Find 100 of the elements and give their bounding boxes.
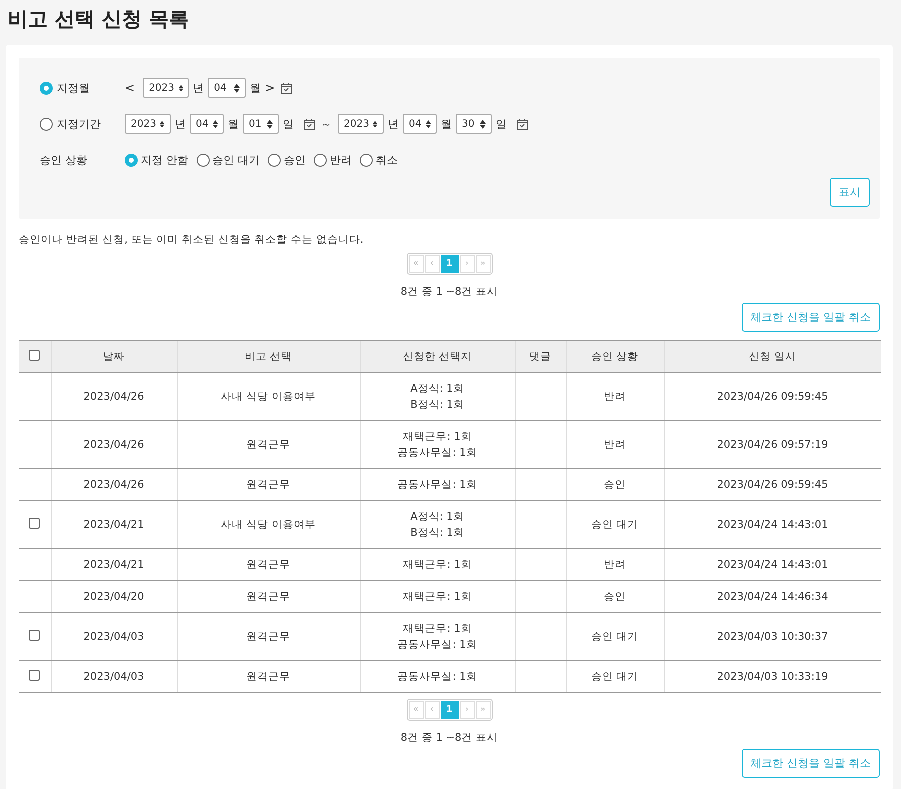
row-checkbox[interactable]: [29, 630, 40, 640]
choice-text: B정식: 1회: [410, 398, 466, 412]
radio-label: 지정월: [57, 80, 90, 96]
radio-label: 승인: [284, 152, 306, 168]
option-cell: 원격근무: [177, 580, 360, 612]
unit-label: 월: [228, 116, 239, 132]
calendar-icon[interactable]: [304, 118, 315, 130]
column-header: 승인 상황: [566, 340, 664, 372]
status-cell: 승인 대기: [566, 612, 664, 660]
row-checkbox[interactable]: [29, 518, 40, 528]
calendar-icon[interactable]: [517, 118, 528, 130]
column-header: 신청한 선택지: [360, 340, 515, 372]
choice-text: A정식: 1회: [410, 510, 466, 524]
radio-button[interactable]: [196, 154, 210, 166]
datetime-cell: 2023/04/24 14:43:01: [664, 548, 881, 580]
sort-arrows-icon: [373, 120, 378, 128]
unit-label: 일: [283, 116, 294, 132]
year-select[interactable]: 2023: [338, 114, 384, 134]
bulk-cancel-button[interactable]: 체크한 신청을 일괄 취소: [742, 749, 880, 778]
sort-arrows-icon: [160, 120, 165, 128]
radio-button[interactable]: [40, 82, 53, 94]
date-cell: 2023/04/03: [51, 660, 177, 692]
column-header: 신청 일시: [664, 340, 881, 372]
column-header: 댓글: [515, 340, 566, 372]
previous-page-button[interactable]: ‹: [424, 701, 440, 719]
status-cell: 반려: [566, 420, 664, 468]
last-page-button[interactable]: »: [476, 255, 490, 273]
radio-label: 지정기간: [57, 116, 101, 132]
unit-label: 월: [250, 80, 262, 96]
row-checkbox[interactable]: [29, 670, 40, 680]
column-header: 비고 선택: [177, 340, 360, 372]
sort-arrows-icon: [234, 84, 240, 92]
status-cell: 반려: [566, 372, 664, 420]
choice-text: 공동사무실: 1회: [396, 478, 478, 492]
datetime-cell: 2023/04/26 09:59:45: [664, 468, 881, 500]
option-cell: 원격근무: [177, 468, 360, 500]
radio-label: 지정 안함: [141, 152, 188, 168]
range-separator: ～: [321, 116, 332, 132]
day-select[interactable]: 30: [456, 114, 492, 134]
sort-arrows-icon: [426, 120, 431, 128]
radio-button[interactable]: [268, 154, 281, 166]
year-select[interactable]: 2023: [125, 114, 171, 134]
choice-text: 재택근무: 1회: [402, 558, 473, 572]
column-header: 날짜: [51, 340, 177, 372]
day-select[interactable]: 01: [243, 114, 279, 134]
last-page-button[interactable]: »: [476, 701, 490, 719]
bulk-cancel-button[interactable]: 체크한 신청을 일괄 취소: [742, 303, 880, 332]
option-cell: 원격근무: [177, 548, 360, 580]
sort-arrows-icon: [178, 84, 184, 92]
radio-button[interactable]: [125, 154, 138, 166]
date-cell: 2023/04/21: [51, 500, 177, 548]
month-select[interactable]: 04: [208, 78, 246, 98]
select-all-checkbox[interactable]: [29, 350, 40, 360]
result-count: 8건 중 1 ~8건 표시: [400, 731, 498, 745]
calendar-icon[interactable]: [281, 82, 292, 94]
radio-button[interactable]: [360, 154, 373, 166]
year-select[interactable]: 2023: [143, 78, 190, 98]
next-page-button[interactable]: ›: [460, 255, 474, 273]
first-page-button[interactable]: «: [408, 701, 424, 719]
month-select[interactable]: 04: [403, 114, 437, 134]
next-page-button[interactable]: ›: [460, 701, 474, 719]
choice-text: A정식: 1회: [410, 382, 466, 396]
choice-text: 재택근무: 1회: [402, 430, 473, 444]
month-select[interactable]: 04: [190, 114, 224, 134]
choice-text: 공동사무실: 1회: [396, 446, 478, 460]
show-button[interactable]: 표시: [830, 178, 870, 207]
radio-label: 취소: [376, 152, 398, 168]
field-label: 승인 상황: [40, 152, 88, 168]
previous-month-link[interactable]: <: [125, 81, 136, 95]
sort-arrows-icon: [267, 120, 273, 128]
datetime-cell: 2023/04/03 10:30:37: [664, 612, 881, 660]
result-count: 8건 중 1 ~8건 표시: [400, 285, 498, 299]
unit-label: 년: [175, 116, 186, 132]
radio-button[interactable]: [40, 118, 53, 130]
date-cell: 2023/04/21: [51, 548, 177, 580]
datetime-cell: 2023/04/26 09:57:19: [664, 420, 881, 468]
next-month-link[interactable]: >: [265, 81, 276, 95]
datetime-cell: 2023/04/24 14:46:34: [664, 580, 881, 612]
radio-button[interactable]: [314, 154, 327, 166]
choice-text: 재택근무: 1회: [402, 590, 473, 604]
status-cell: 승인 대기: [566, 660, 664, 692]
first-page-button[interactable]: «: [408, 255, 424, 273]
unit-label: 월: [441, 116, 452, 132]
choice-text: 공동사무실: 1회: [396, 638, 478, 652]
choice-text: B정식: 1회: [410, 526, 466, 540]
datetime-cell: 2023/04/26 09:59:45: [664, 372, 881, 420]
status-cell: 승인: [566, 468, 664, 500]
page-button[interactable]: 1: [440, 255, 458, 273]
radio-label: 반려: [330, 152, 352, 168]
choice-text: 재택근무: 1회: [402, 622, 473, 636]
date-cell: 2023/04/26: [51, 468, 177, 500]
status-cell: 승인 대기: [566, 500, 664, 548]
notice-text: 승인이나 반려된 신청, 또는 이미 취소된 신청을 취소할 수는 없습니다.: [19, 233, 365, 247]
unit-label: 일: [496, 116, 507, 132]
page-button[interactable]: 1: [440, 701, 458, 719]
date-cell: 2023/04/26: [51, 372, 177, 420]
status-cell: 반려: [566, 548, 664, 580]
date-cell: 2023/04/26: [51, 420, 177, 468]
previous-page-button[interactable]: ‹: [424, 255, 440, 273]
date-cell: 2023/04/20: [51, 580, 177, 612]
